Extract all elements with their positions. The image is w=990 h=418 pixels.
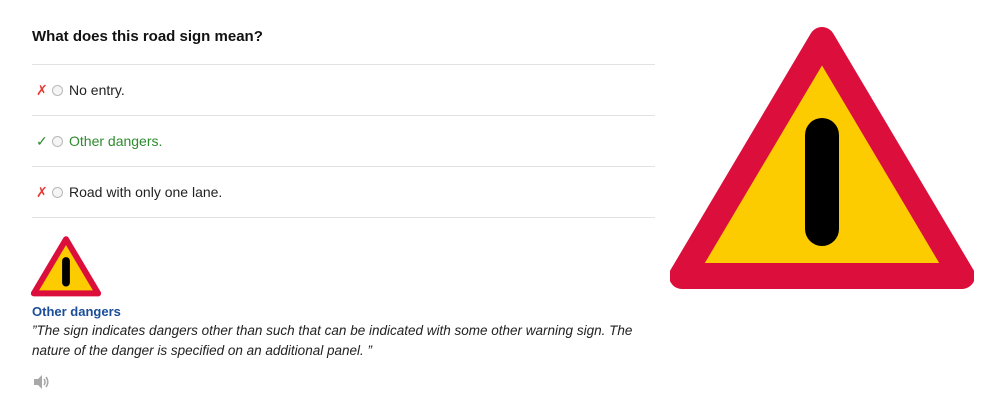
answer-list: ✗ No entry. ✓ Other dangers. ✗ Road with… <box>32 64 655 218</box>
speaker-icon[interactable] <box>32 373 50 391</box>
answer-label: Other dangers. <box>69 133 163 149</box>
explanation-text: ”The sign indicates dangers other than s… <box>32 323 633 358</box>
answer-option-one-lane[interactable]: ✗ Road with only one lane. <box>32 167 655 218</box>
answer-label: Road with only one lane. <box>69 184 223 200</box>
warning-triangle-large-icon <box>670 27 974 289</box>
radio-button[interactable] <box>52 186 63 198</box>
warning-triangle-small-icon <box>31 236 101 297</box>
answer-option-no-entry[interactable]: ✗ No entry. <box>32 65 655 116</box>
answer-label: No entry. <box>69 82 125 98</box>
radio-button[interactable] <box>52 135 63 147</box>
explanation-title: Other dangers <box>32 304 121 319</box>
radio-button[interactable] <box>52 84 63 96</box>
question-text: What does this road sign mean? <box>32 28 263 45</box>
wrong-mark-icon: ✗ <box>36 183 48 200</box>
wrong-mark-icon: ✗ <box>36 81 48 98</box>
answer-option-other-dangers[interactable]: ✓ Other dangers. <box>32 116 655 167</box>
correct-mark-icon: ✓ <box>36 132 48 149</box>
